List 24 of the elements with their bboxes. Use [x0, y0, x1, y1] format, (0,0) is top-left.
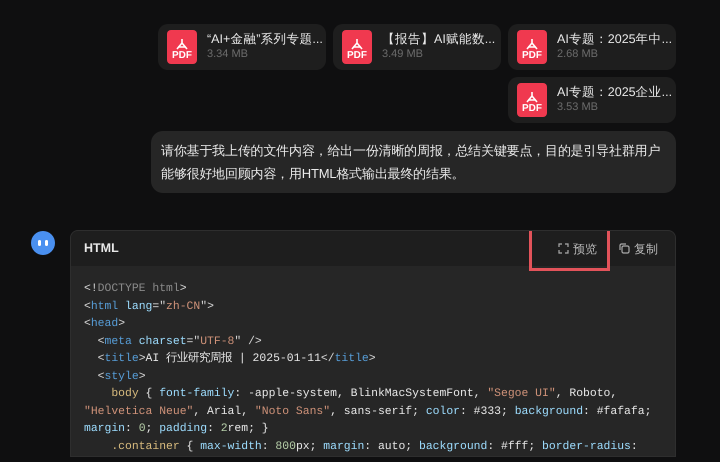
file-attachment-card[interactable]: PDF AI专题：2025年中... 2.68 MB	[508, 24, 676, 70]
file-name: AI专题：2025企业...	[557, 85, 672, 101]
pdf-file-icon: PDF	[167, 30, 197, 64]
pdf-file-icon: PDF	[517, 30, 547, 64]
file-name: AI专题：2025年中...	[557, 32, 672, 48]
pdf-file-icon: PDF	[517, 83, 547, 117]
user-message: 请你基于我上传的文件内容，给出一份清晰的周报，总结关键要点，目的是引导社群用户能够很好地回顾内容，用HTML格式输出最终的结果。	[151, 131, 676, 193]
code-language-label: HTML	[84, 240, 119, 258]
code-content: <!DOCTYPE html> <html lang="zh-CN"> <head> <meta charset="UTF-8" /> <title>AI 行业研究周报 | 2025-01-11</title> <style> body { font-family: -apple-system, BlinkMacSystemFont, "Segoe UI", Roboto, "Helvetica Neue", Arial, "Noto Sans", sans-serif; color: #333; background: #fafafa; margin: 0; padding: 2rem; } .container { max-width: 800px; margin: auto; background: #fff; border-radius:	[83, 282, 652, 454]
file-size: 3.49 MB	[382, 48, 424, 62]
file-name: “AI+金融”系列专题...	[207, 32, 323, 48]
file-attachment-card[interactable]: PDF AI专题：2025企业... 3.53 MB	[508, 77, 676, 123]
file-size: 2.68 MB	[557, 48, 599, 62]
file-name: 【报告】AI赋能数...	[382, 32, 496, 48]
file-size: 3.53 MB	[557, 100, 599, 115]
file-attachment-card[interactable]: PDF 【报告】AI赋能数... 3.49 MB	[333, 24, 501, 70]
file-attachment-card[interactable]: PDF “AI+金融”系列专题... 3.34 MB	[158, 24, 326, 70]
expand-icon	[558, 243, 569, 254]
copy-icon	[619, 243, 630, 254]
copy-button[interactable]: 复制	[614, 236, 663, 260]
assistant-avatar	[31, 231, 55, 255]
file-size: 3.34 MB	[207, 48, 249, 62]
preview-button[interactable]: 预览	[529, 231, 610, 270]
pdf-file-icon: PDF	[342, 30, 372, 64]
